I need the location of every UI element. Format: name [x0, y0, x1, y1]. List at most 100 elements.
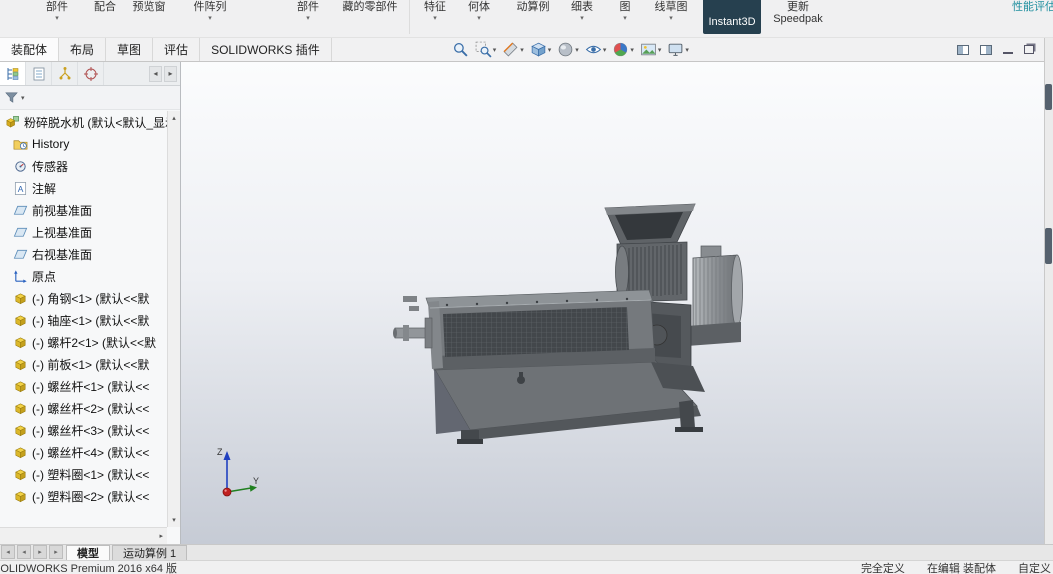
scroll-up-icon[interactable]: ▴ [172, 111, 176, 125]
ribbon-button-move-component[interactable]: 部件 ▾ [284, 0, 332, 22]
panel-tab-scroll: ◂ ▸ [149, 62, 180, 85]
tab-scroll-first-button[interactable]: ◂ [1, 545, 15, 559]
tree-item-history[interactable]: History [0, 133, 167, 155]
apply-scene-icon [640, 41, 657, 58]
tree-filter-input[interactable] [27, 89, 176, 107]
chevron-down-icon: ▾ [575, 46, 579, 54]
zoom-area-button[interactable]: ▾ [473, 40, 499, 59]
zoom-fit-button[interactable] [450, 40, 471, 59]
chevron-down-icon: ▾ [548, 46, 552, 54]
tree-item-front-plate-1[interactable]: (-) 前板<1> (默认<<默 [0, 353, 167, 375]
customize-menu-button[interactable]: 自定义 [1018, 560, 1051, 574]
tab-layout[interactable]: 布局 [59, 38, 106, 61]
tab-solidworks-addins[interactable]: SOLIDWORKS 插件 [200, 38, 332, 61]
tree-horizontal-scrollbar[interactable]: ▸ [0, 527, 167, 544]
part-icon [13, 401, 28, 416]
tree-item-front-plane[interactable]: 前视基准面 [0, 199, 167, 221]
history-folder-icon [13, 137, 28, 152]
chevron-down-icon: ▾ [477, 15, 481, 22]
task-pane-tab[interactable] [1045, 84, 1052, 110]
origin-icon [13, 269, 28, 284]
apply-scene-button[interactable]: ▾ [638, 40, 664, 59]
filter-button[interactable]: ▾ [4, 90, 25, 105]
panel-tabs-prev-button[interactable]: ◂ [149, 66, 162, 82]
ribbon-button-assembly-features[interactable]: 特征 ▾ [413, 0, 457, 22]
commandmanager-tab-bar: 装配体 布局 草图 评估 SOLIDWORKS 插件 ▾ ▾ ▾ ▾ [0, 38, 1044, 62]
ribbon-separator [409, 0, 410, 34]
ribbon-button-update-speedpak[interactable]: 更新 Speedpak [767, 0, 829, 25]
tree-item-annotations[interactable]: 注解 [0, 177, 167, 199]
tree-item-origin[interactable]: 原点 [0, 265, 167, 287]
tab-propertymanager[interactable] [26, 62, 52, 85]
tab-configurationmanager[interactable] [52, 62, 78, 85]
tree-item-angle-steel-1[interactable]: (-) 角钢<1> (默认<<默 [0, 287, 167, 309]
ribbon-button-reference-geometry[interactable]: 何体 ▾ [457, 0, 501, 22]
split-left-icon[interactable] [957, 45, 969, 55]
restore-icon[interactable] [1024, 45, 1034, 54]
solidworks-window: 部件 ▾ 配合 预览窗 件阵列 ▾ 部件 ▾ 藏的零部件 特征 ▾ 何体 ▾ [0, 0, 1053, 574]
chevron-down-icon: ▾ [21, 94, 25, 102]
chevron-down-icon: ▾ [306, 15, 310, 22]
chevron-down-icon: ▾ [603, 46, 607, 54]
ribbon-button-insert-components[interactable]: 部件 ▾ [34, 0, 80, 22]
tab-featuremanager-tree[interactable] [0, 62, 26, 85]
ribbon-button-performance-evaluation[interactable]: 性能评估 [1005, 0, 1053, 13]
scroll-down-icon[interactable]: ▾ [172, 513, 176, 527]
tab-scroll-prev-button[interactable]: ◂ [17, 545, 31, 559]
tree-item-plastic-ring-2[interactable]: (-) 塑料圈<2> (默认<< [0, 485, 167, 507]
chevron-down-icon: ▾ [658, 46, 662, 54]
tree-item-assembly-root[interactable]: 粉碎脱水机 (默认<默认_显示 [0, 111, 167, 133]
ribbon-button-explode-line-sketch[interactable]: 线草图 ▾ [645, 0, 697, 22]
edit-appearance-button[interactable]: ▾ [610, 40, 636, 59]
panel-tabs-next-button[interactable]: ▸ [164, 66, 177, 82]
chevron-down-icon: ▾ [623, 15, 627, 22]
tree-item-sensors[interactable]: 传感器 [0, 155, 167, 177]
tab-sketch[interactable]: 草图 [106, 38, 153, 61]
tab-scroll-last-button[interactable]: ▸ [49, 545, 63, 559]
scroll-right-icon[interactable]: ▸ [155, 532, 167, 540]
view-settings-button[interactable]: ▾ [665, 40, 691, 59]
ribbon-button-exploded-view[interactable]: 图 ▾ [605, 0, 645, 22]
ribbon-button-new-motion-study[interactable]: 动算例 [507, 0, 559, 13]
section-view-button[interactable]: ▾ [500, 40, 526, 59]
tab-motion-study-1[interactable]: 运动算例 1 [112, 545, 187, 560]
ribbon-button-preview-window[interactable]: 预览窗 [124, 0, 174, 13]
tab-evaluate[interactable]: 评估 [153, 38, 200, 61]
ribbon-button-show-hidden-components[interactable]: 藏的零部件 [334, 0, 406, 13]
annotations-icon [13, 181, 28, 196]
hide-show-items-button[interactable]: ▾ [583, 40, 609, 59]
part-icon [13, 489, 28, 504]
display-style-button[interactable]: ▾ [555, 40, 581, 59]
graphics-area[interactable]: Z Y [181, 62, 1044, 544]
ribbon-button-instant3d[interactable]: Instant3D [703, 0, 761, 34]
tab-scroll-next-button[interactable]: ▸ [33, 545, 47, 559]
chevron-down-icon: ▾ [55, 15, 59, 22]
tab-dimxpertmanager[interactable] [78, 62, 104, 85]
tree-item-screw-bolt-2[interactable]: (-) 螺丝杆<2> (默认<< [0, 397, 167, 419]
view-orientation-button[interactable]: ▾ [528, 40, 554, 59]
tree-item-screw-bolt-3[interactable]: (-) 螺丝杆<3> (默认<< [0, 419, 167, 441]
tree-item-screw2-1[interactable]: (-) 螺杆2<1> (默认<<默 [0, 331, 167, 353]
tab-model[interactable]: 模型 [66, 545, 110, 560]
tab-assembly[interactable]: 装配体 [0, 38, 59, 61]
z-axis-label: Z [217, 447, 223, 457]
tree-item-axle-seat-1[interactable]: (-) 轴座<1> (默认<<默 [0, 309, 167, 331]
tree-item-plastic-ring-1[interactable]: (-) 塑料圈<1> (默认<< [0, 463, 167, 485]
task-pane-tab[interactable] [1045, 228, 1052, 264]
ribbon-button-component-pattern[interactable]: 件阵列 ▾ [182, 0, 238, 22]
plane-icon [13, 203, 28, 218]
constraint-status-text: 完全定义 [861, 560, 905, 574]
ribbon-button-mate[interactable]: 配合 [86, 0, 124, 13]
tree-item-right-plane[interactable]: 右视基准面 [0, 243, 167, 265]
z-axis-arrow [224, 451, 231, 460]
part-icon [13, 313, 28, 328]
minimize-icon[interactable] [1003, 45, 1013, 54]
hide-show-items-icon [585, 41, 602, 58]
tree-item-screw-bolt-4[interactable]: (-) 螺丝杆<4> (默认<< [0, 441, 167, 463]
tree-vertical-scrollbar[interactable]: ▴ ▾ [167, 111, 180, 527]
tree-item-top-plane[interactable]: 上视基准面 [0, 221, 167, 243]
split-right-icon[interactable] [980, 45, 992, 55]
part-icon [13, 445, 28, 460]
tree-item-screw-bolt-1[interactable]: (-) 螺丝杆<1> (默认<< [0, 375, 167, 397]
ribbon-button-bill-of-materials[interactable]: 细表 ▾ [559, 0, 605, 22]
